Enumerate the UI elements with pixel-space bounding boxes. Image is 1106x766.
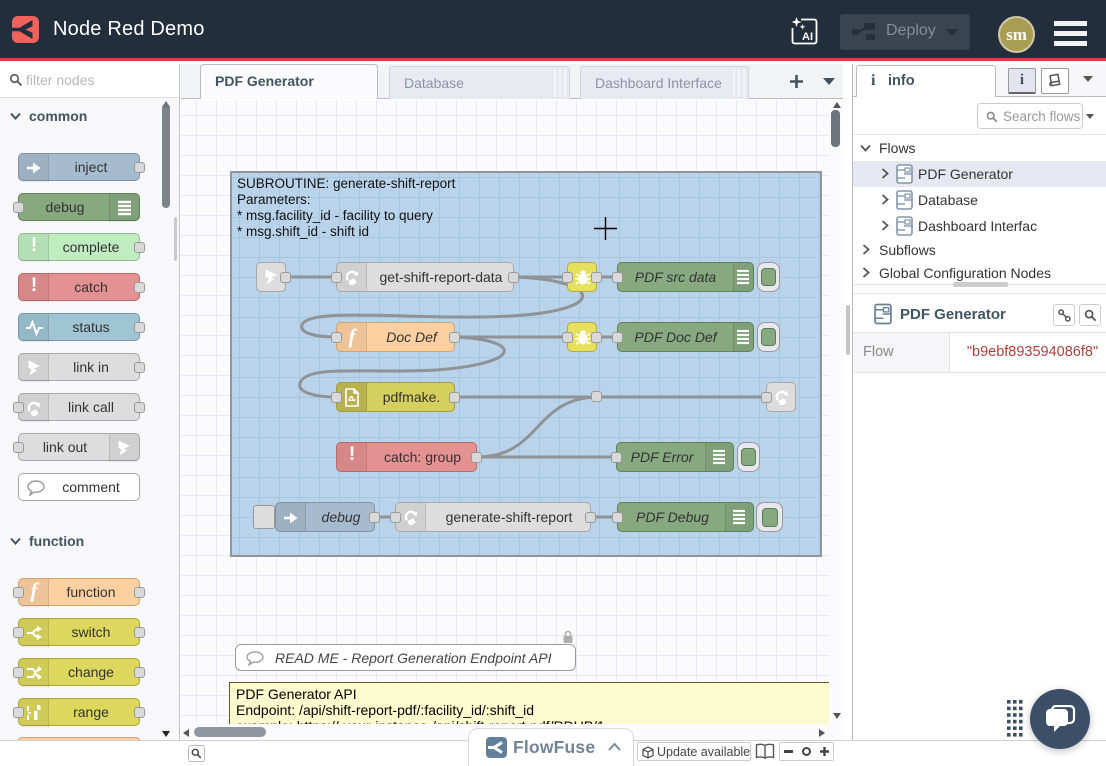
svg-text:AI: AI (802, 31, 813, 43)
